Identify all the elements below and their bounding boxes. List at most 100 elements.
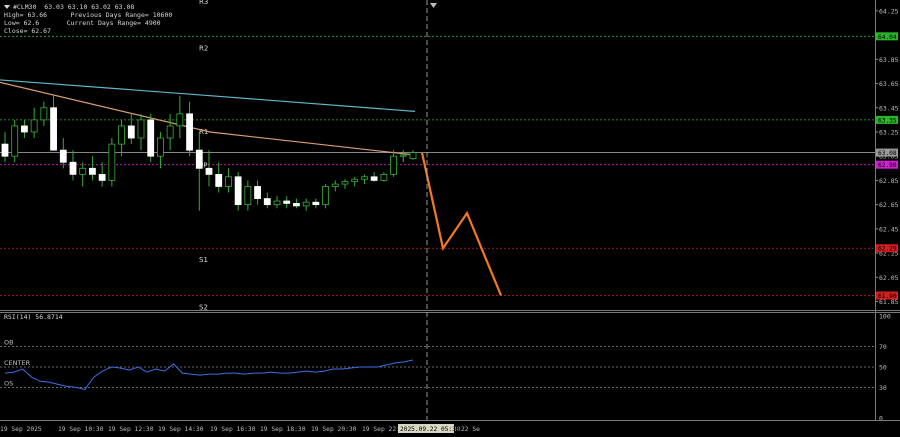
candle-body [50,107,57,151]
candle-body [176,113,184,127]
candle-body [302,201,310,207]
time-tick-label: 19 Sep 10:30 [58,426,104,433]
pivot-label-r2: R2 [199,44,208,52]
forecast-path [420,152,503,296]
close-value: Close= 62.67 [4,27,51,35]
candle-body [89,167,96,175]
candle-body [205,167,213,175]
price-tick-label: 62.45 [879,225,899,233]
candle-body [30,119,38,133]
candle-body [341,181,349,185]
candle-body [69,161,77,175]
ma-fast-line [0,81,416,156]
candle-body [234,176,242,206]
candle-body [166,125,174,139]
ma-slow-line [0,79,416,113]
rsi-tick-label: 50 [879,364,887,372]
candle-body [225,176,232,187]
candle-body [127,125,135,139]
candle-body [79,167,87,175]
price-tag-label: 62.29 [878,246,897,253]
moving-averages [0,79,416,156]
candle-body [293,203,300,207]
price-tick-label: 62.85 [879,177,899,185]
candle-body [98,173,106,181]
candle-body [195,149,203,169]
price-tick-label: 63.85 [879,56,899,64]
price-tick-label: 62.05 [879,274,899,282]
candle-body [263,198,271,206]
low-value: Low= 62.6 [4,19,40,27]
time-tick-label: 19 Sep 16:30 [210,426,256,433]
cursor-layer[interactable]: 2025.09.22 05:30 [398,0,460,433]
rsi-tick-label: 0 [879,415,883,423]
time-tick-label: 19 Sep 18:30 [260,426,306,433]
rsi-tick-label: 70 [879,343,887,351]
candle-body [108,143,116,181]
candle-body [147,119,155,157]
chart-area[interactable]: R2R1PPS1S2R3 OBCENTEROS1007050300 64.256… [0,0,900,437]
candle-body [137,119,145,139]
rsi-level-label: CENTER [4,359,31,367]
cursor-time-label: 2025.09.22 05:30 [400,426,460,433]
time-tick-label: 19 Sep 12:30 [108,426,154,433]
candle-body [244,186,252,206]
candle-body [1,143,9,157]
time-tick-label: 19 Sep 2025 [0,426,42,433]
candle-body [59,149,67,163]
pivot-label-top: R3 [199,0,208,6]
candle-body [273,200,281,206]
candle-body [409,152,417,160]
candle-body [390,155,397,175]
prev-range: Previous Days Range= 10600 [70,11,173,19]
rsi-panel: OB CENTER OS 100 70 50 30 0 [0,313,891,423]
candle-body [322,186,329,206]
time-tick-label: 22 Se [461,426,480,433]
price-tag-label: 64.04 [878,34,897,41]
rsi-title: RSI(14) 56.8714 [4,313,63,321]
pivot-label-s1: S1 [199,256,208,264]
rsi-level-label: OB [4,339,14,347]
pivot-label-r1: R1 [199,128,208,136]
candle-body [40,107,48,121]
price-tick-label: 64.25 [879,7,899,15]
rsi-level-label: OS [4,379,13,387]
price-tag-label: 63.08 [878,150,897,157]
symbol-line: #CLM30 63.03 63.10 63.02 63.08 [13,3,135,11]
candle-body [399,154,407,157]
candle-body [118,125,125,145]
candle-body [186,113,193,151]
candle-body [370,176,378,181]
candle-body [351,178,359,183]
price-tag-label: 61.90 [878,293,897,300]
candle-body [254,186,261,199]
time-tick-label: 19 Sep 20:30 [311,426,357,433]
price-tag-label: 63.35 [878,117,897,124]
curr-range: Current Days Range= 4900 [66,19,161,27]
candle-body [361,176,368,180]
candles-layer[interactable] [1,95,417,211]
collapse-triangle-icon[interactable] [4,5,10,9]
price-tick-label: 63.45 [879,104,899,112]
candle-body [283,200,291,204]
candle-body [312,201,320,206]
price-tick-label: 62.65 [879,201,899,209]
candle-body [215,173,223,187]
price-tick-label: 63.65 [879,80,899,88]
rsi-tick-label: 100 [879,313,891,321]
price-tick-label: 63.25 [879,128,899,136]
rsi-line [4,359,414,391]
symbol-info: #CLM30 63.03 63.10 63.02 63.08 High= 63.… [4,3,172,35]
price-tag-label: 62.98 [878,162,897,169]
forecast-line [420,152,503,296]
candle-body [11,125,19,157]
candle-body [331,183,339,187]
cursor-marker-icon [430,3,437,8]
candle-body [21,125,28,133]
rsi-tick-label: 30 [879,384,887,392]
pivot-lines: R2R1PPS1S2R3 [0,0,875,311]
candle-body [380,173,388,181]
time-tick-label: 19 Sep 14:30 [158,426,204,433]
high-value: High= 63.66 [4,11,48,19]
candle-body [157,137,164,157]
